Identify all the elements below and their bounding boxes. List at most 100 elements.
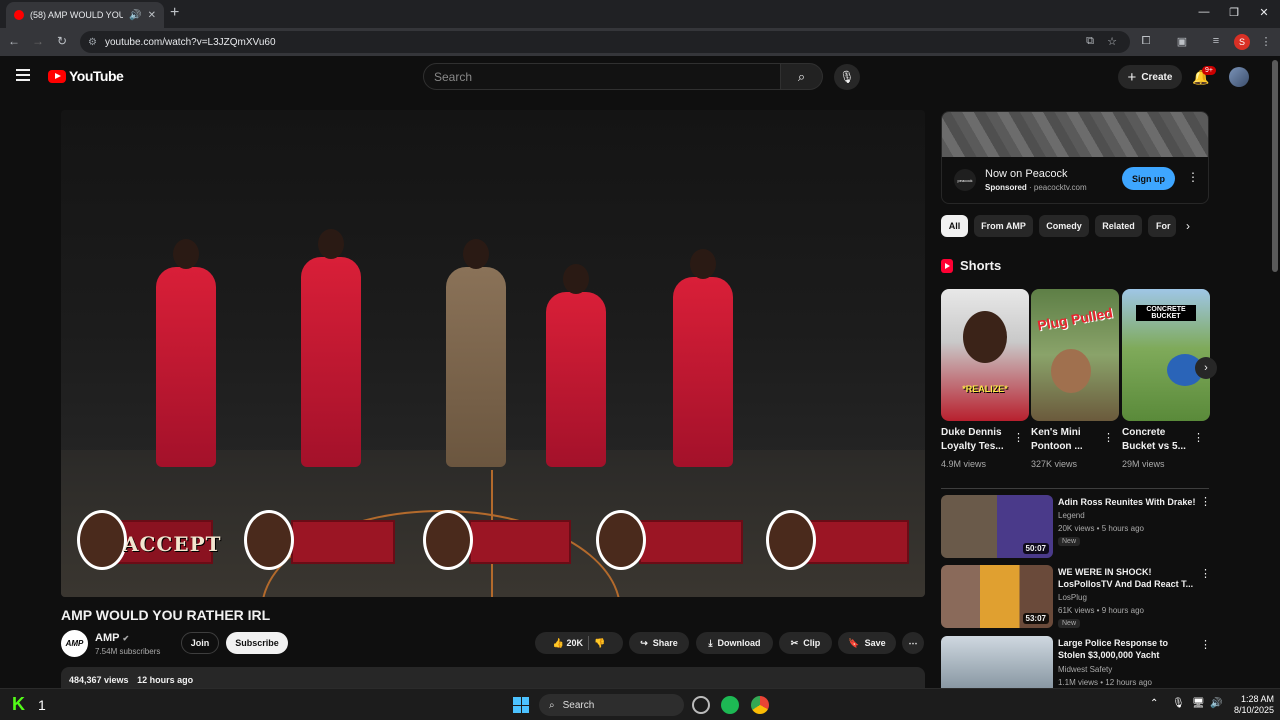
- sponsored-ad-card[interactable]: peacock Now on Peacock Sponsored · peaco…: [941, 111, 1209, 204]
- address-bar[interactable]: ⚙ youtube.com/watch?v=L3JZQmXVu60: [80, 31, 1130, 53]
- ad-banner-image: [942, 112, 1208, 157]
- extensions-icon[interactable]: ⧠: [1138, 35, 1154, 48]
- video-thumbnail[interactable]: 53:07: [941, 565, 1053, 628]
- short-more-icon[interactable]: ⋮: [1103, 431, 1114, 444]
- short-title[interactable]: Concrete Bucket vs 5...: [1122, 426, 1194, 454]
- microphone-icon[interactable]: 🎙: [1172, 698, 1185, 709]
- new-tab-icon[interactable]: +: [170, 4, 179, 22]
- user-avatar[interactable]: [1229, 67, 1249, 87]
- browser-toolbar: ← → ↻ ⚙ youtube.com/watch?v=L3JZQmXVu60 …: [0, 28, 1280, 56]
- taskbar-search-input[interactable]: ⌕ Search: [539, 694, 684, 716]
- thumbs-up-icon: 👍: [552, 637, 564, 648]
- short-thumbnail[interactable]: CONCRETE BUCKET: [1122, 289, 1210, 421]
- recommended-video[interactable]: Large Police Response to Stolen $3,000,0…: [941, 636, 1209, 688]
- chip-comedy[interactable]: Comedy: [1039, 215, 1089, 237]
- video-thumbnail[interactable]: 50:07: [941, 495, 1053, 558]
- forward-icon[interactable]: →: [30, 34, 46, 48]
- network-icon[interactable]: 🖥: [1192, 698, 1205, 709]
- recommended-video-channel[interactable]: Legend: [1058, 511, 1085, 520]
- recommended-video-meta: 1.1M views • 12 hours ago: [1058, 678, 1152, 687]
- short-thumbnail[interactable]: Plug Pulled: [1031, 289, 1119, 421]
- recommended-video[interactable]: 53:07 WE WERE IN SHOCK! LosPollosTV And …: [941, 565, 1211, 629]
- search-input[interactable]: Search: [423, 63, 781, 90]
- video-more-icon[interactable]: ⋮: [1200, 567, 1211, 580]
- recommended-video-title[interactable]: Adin Ross Reunites With Drake!: [1058, 496, 1198, 508]
- short-title[interactable]: Ken's Mini Pontoon ...: [1031, 426, 1103, 454]
- recommended-video-title[interactable]: WE WERE IN SHOCK! LosPollosTV And Dad Re…: [1058, 566, 1198, 590]
- voice-search-button[interactable]: 🎙: [834, 64, 860, 90]
- share-icon: ↪: [640, 637, 648, 648]
- profile-avatar[interactable]: S: [1234, 34, 1250, 50]
- minimize-icon[interactable]: —: [1197, 6, 1211, 18]
- more-actions-button[interactable]: ⋯: [902, 632, 924, 654]
- install-app-icon[interactable]: ⧉: [1082, 35, 1098, 48]
- side-panel-icon[interactable]: ▣: [1174, 35, 1190, 48]
- thumbs-down-icon[interactable]: 👎: [594, 638, 605, 649]
- chip-related[interactable]: Related: [1095, 215, 1142, 237]
- taskbar-clock[interactable]: 1:28 AM 8/10/2025: [1234, 694, 1274, 716]
- recommended-video-channel[interactable]: LosPlug: [1058, 593, 1087, 602]
- kick-viewer-count: 1: [38, 697, 46, 713]
- sign-up-button[interactable]: Sign up: [1122, 167, 1175, 190]
- speaker-icon[interactable]: 🔊: [129, 10, 141, 21]
- like-button[interactable]: 👍 20K: [553, 638, 583, 649]
- youtube-favicon-icon: [14, 10, 24, 20]
- chip-for[interactable]: For: [1148, 215, 1176, 237]
- chip-all[interactable]: All: [941, 215, 968, 237]
- recommended-video[interactable]: 50:07 Adin Ross Reunites With Drake! Leg…: [941, 495, 1211, 559]
- short-overlay-text: Plug Pulled: [1036, 304, 1114, 334]
- close-tab-icon[interactable]: ✕: [148, 10, 156, 21]
- short-title[interactable]: Duke Dennis Loyalty Tes...: [941, 426, 1013, 454]
- share-button[interactable]: ↪ Share: [629, 632, 689, 654]
- join-button[interactable]: Join: [181, 632, 219, 654]
- close-window-icon[interactable]: ✕: [1257, 6, 1271, 19]
- short-more-icon[interactable]: ⋮: [1193, 431, 1204, 444]
- contestant-face: [423, 510, 473, 570]
- short-more-icon[interactable]: ⋮: [1013, 431, 1024, 444]
- short-thumbnail[interactable]: *REALIZE*: [941, 289, 1029, 421]
- channel-name[interactable]: AMP ✔: [95, 632, 129, 644]
- page-scrollbar[interactable]: [1272, 60, 1278, 272]
- video-person: [546, 264, 606, 467]
- search-button[interactable]: ⌕: [781, 63, 823, 90]
- browser-menu-icon[interactable]: ⋮: [1258, 35, 1274, 48]
- video-thumbnail[interactable]: [941, 636, 1053, 688]
- channel-avatar[interactable]: AMP: [61, 630, 88, 657]
- video-person: [301, 229, 361, 467]
- bookmark-star-icon[interactable]: ☆: [1104, 35, 1120, 48]
- site-info-icon[interactable]: ⚙: [88, 37, 97, 48]
- hamburger-menu-icon[interactable]: [16, 69, 30, 81]
- kick-logo-icon[interactable]: K: [12, 694, 25, 715]
- windows-start-icon[interactable]: [513, 697, 529, 713]
- chrome-icon[interactable]: [751, 696, 769, 714]
- chip-from-amp[interactable]: From AMP: [974, 215, 1033, 237]
- restore-icon[interactable]: ❐: [1227, 6, 1241, 19]
- recommended-video-title[interactable]: Large Police Response to Stolen $3,000,0…: [1058, 637, 1198, 661]
- youtube-logo[interactable]: YouTube: [48, 68, 124, 84]
- back-icon[interactable]: ←: [6, 34, 22, 48]
- save-button[interactable]: 🔖 Save: [838, 632, 896, 654]
- spotify-icon[interactable]: [721, 696, 739, 714]
- subscribe-button[interactable]: Subscribe: [226, 632, 288, 654]
- reload-icon[interactable]: ↻: [54, 34, 70, 48]
- create-button[interactable]: + Create: [1118, 65, 1182, 89]
- video-more-icon[interactable]: ⋮: [1200, 638, 1209, 651]
- browser-tab[interactable]: (58) AMP WOULD YOU RATHER IRL 🔊 ✕: [6, 2, 164, 28]
- ad-meta: Sponsored · peacocktv.com: [985, 183, 1087, 192]
- clock-date: 8/10/2025: [1234, 705, 1275, 715]
- video-more-icon[interactable]: ⋮: [1200, 495, 1211, 508]
- recommended-video-channel[interactable]: Midwest Safety: [1058, 665, 1112, 674]
- volume-icon[interactable]: 🔊: [1210, 698, 1222, 709]
- download-button[interactable]: ⤓ Download: [696, 632, 773, 654]
- microphone-icon: 🎙: [839, 70, 855, 84]
- tray-chevron-icon[interactable]: ⌃: [1150, 698, 1158, 709]
- recommended-video-meta: 20K views • 5 hours ago: [1058, 524, 1144, 533]
- clip-button[interactable]: ✂ Clip: [779, 632, 832, 654]
- chevron-right-icon[interactable]: ›: [1186, 219, 1190, 233]
- taskbar-app-icon[interactable]: [692, 696, 710, 714]
- media-controls-icon[interactable]: ≡: [1208, 35, 1224, 47]
- shorts-next-arrow-icon[interactable]: ›: [1195, 357, 1217, 379]
- video-player[interactable]: ACCEPT: [61, 110, 925, 597]
- ad-more-icon[interactable]: ⋮: [1187, 170, 1199, 184]
- video-person: [673, 249, 733, 467]
